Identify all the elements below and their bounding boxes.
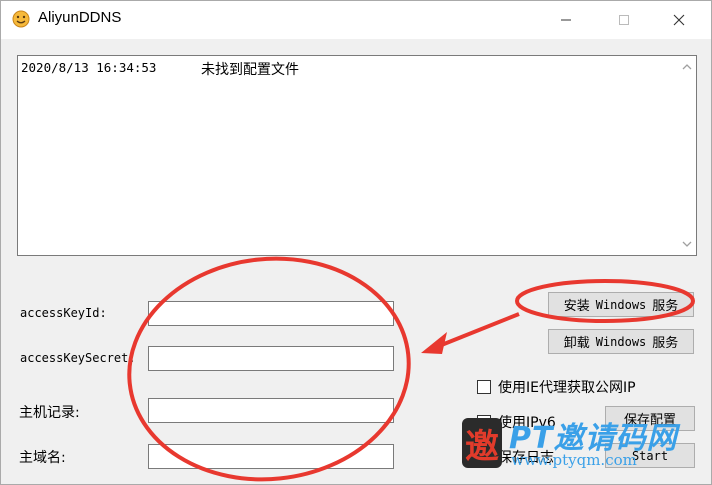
access-key-id-label: accessKeyId: — [20, 306, 107, 320]
uninstall-service-prefix: 卸载 — [563, 336, 590, 351]
window-title: AliyunDDNS — [38, 9, 122, 26]
use-ie-proxy-option[interactable]: 使用IE代理获取公网IP — [477, 377, 636, 397]
uninstall-service-mid: Windows — [595, 334, 647, 349]
access-key-secret-input[interactable] — [148, 346, 394, 371]
smiley-app-icon — [12, 10, 30, 28]
scroll-down-icon[interactable] — [682, 239, 692, 249]
close-button[interactable] — [656, 1, 702, 39]
annotation-arrow-head — [421, 332, 447, 354]
annotation-arrow-line — [438, 312, 520, 348]
log-scrollbar[interactable] — [679, 56, 696, 255]
title-bar[interactable]: AliyunDDNS — [1, 1, 711, 39]
host-record-input[interactable] — [148, 398, 394, 423]
uninstall-service-button[interactable]: 卸载 Windows 服务 — [548, 329, 694, 354]
install-service-button[interactable]: 安装 Windows 服务 — [548, 292, 694, 317]
log-output[interactable]: 2020/8/13 16:34:53 未找到配置文件 — [17, 55, 697, 256]
app-window: AliyunDDNS 2020/8/13 16:34:53 未找到配置文件 ac… — [0, 0, 712, 485]
watermark-logo: 邀 — [462, 418, 502, 468]
access-key-id-input[interactable] — [148, 301, 394, 326]
maximize-button[interactable] — [601, 1, 647, 39]
watermark: 邀 PT邀请码网 www.ptyqm.com — [459, 413, 701, 473]
host-record-label: 主机记录: — [19, 405, 80, 421]
install-service-mid: Windows — [595, 297, 647, 312]
scroll-up-icon[interactable] — [682, 62, 692, 72]
install-service-prefix: 安装 — [563, 299, 590, 314]
close-icon — [673, 14, 685, 26]
use-ie-proxy-label: 使用IE代理获取公网IP — [498, 380, 636, 396]
minimize-icon — [561, 19, 571, 21]
install-service-suffix: 服务 — [652, 299, 679, 314]
access-key-secret-label: accessKeySecret: — [20, 351, 136, 365]
log-timestamp: 2020/8/13 16:34:53 — [21, 60, 157, 75]
domain-input[interactable] — [148, 444, 394, 469]
maximize-icon — [619, 15, 629, 25]
watermark-url: www.ptyqm.com — [511, 451, 637, 469]
uninstall-service-suffix: 服务 — [652, 336, 679, 351]
minimize-button[interactable] — [543, 1, 589, 39]
use-ie-proxy-checkbox[interactable] — [477, 380, 491, 394]
watermark-logo-char: 邀 — [465, 426, 499, 467]
log-message: 未找到配置文件 — [201, 62, 299, 78]
domain-label: 主域名: — [19, 450, 66, 466]
